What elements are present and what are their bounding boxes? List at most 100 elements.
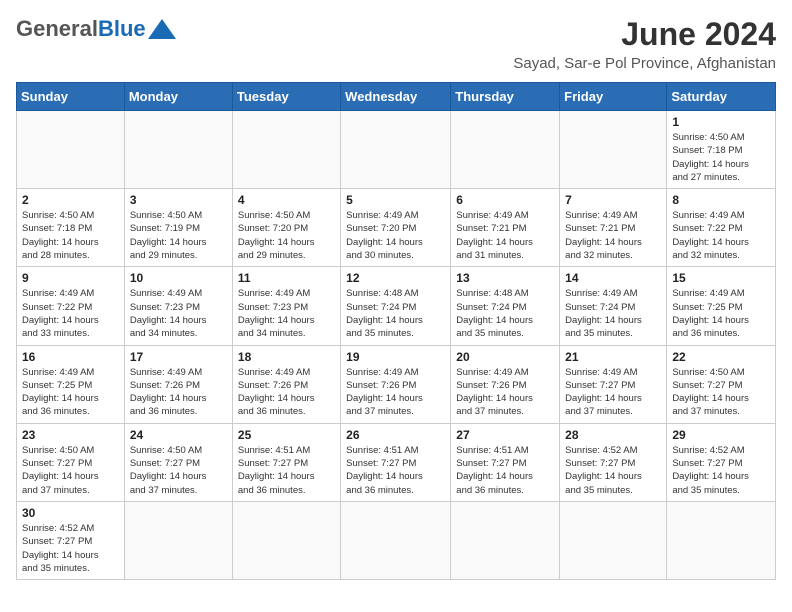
calendar-cell: 1Sunrise: 4:50 AM Sunset: 7:18 PM Daylig… [667,111,776,189]
header: General Blue June 2024 Sayad, Sar-e Pol … [16,16,776,72]
day-number: 28 [565,428,661,442]
day-info: Sunrise: 4:50 AM Sunset: 7:19 PM Dayligh… [130,209,227,262]
day-info: Sunrise: 4:50 AM Sunset: 7:27 PM Dayligh… [130,444,227,497]
calendar-cell [451,501,560,579]
day-info: Sunrise: 4:52 AM Sunset: 7:27 PM Dayligh… [565,444,661,497]
calendar-table: SundayMondayTuesdayWednesdayThursdayFrid… [16,82,776,580]
day-info: Sunrise: 4:50 AM Sunset: 7:18 PM Dayligh… [22,209,119,262]
day-info: Sunrise: 4:50 AM Sunset: 7:27 PM Dayligh… [672,366,770,419]
day-info: Sunrise: 4:50 AM Sunset: 7:20 PM Dayligh… [238,209,335,262]
day-info: Sunrise: 4:49 AM Sunset: 7:20 PM Dayligh… [346,209,445,262]
day-info: Sunrise: 4:49 AM Sunset: 7:21 PM Dayligh… [565,209,661,262]
calendar-cell: 17 Sunrise: 4:49 AM Sunset: 7:26 PM Dayli… [124,345,232,423]
day-number: 3 [130,193,227,207]
calendar-cell: 2 Sunrise: 4:50 AM Sunset: 7:18 PM Daylig… [17,189,125,267]
weekday-header-monday: Monday [124,83,232,111]
day-number: 2 [22,193,119,207]
weekday-header-wednesday: Wednesday [341,83,451,111]
day-number: 16 [22,350,119,364]
day-info: Sunrise: 4:49 AM Sunset: 7:22 PM Dayligh… [22,287,119,340]
day-number: 10 [130,271,227,285]
calendar-cell: 4 Sunrise: 4:50 AM Sunset: 7:20 PM Daylig… [232,189,340,267]
calendar-cell: 29 Sunrise: 4:52 AM Sunset: 7:27 PM Dayli… [667,423,776,501]
calendar-cell: 8 Sunrise: 4:49 AM Sunset: 7:22 PM Daylig… [667,189,776,267]
day-info: Sunrise: 4:50 AM Sunset: 7:18 PM Dayligh… [672,131,770,184]
calendar-cell: 20 Sunrise: 4:49 AM Sunset: 7:26 PM Dayli… [451,345,560,423]
calendar-cell: 30Sunrise: 4:52 AM Sunset: 7:27 PM Dayli… [17,501,125,579]
day-number: 5 [346,193,445,207]
day-number: 18 [238,350,335,364]
day-number: 14 [565,271,661,285]
day-info: Sunrise: 4:49 AM Sunset: 7:22 PM Dayligh… [672,209,770,262]
day-number: 9 [22,271,119,285]
day-number: 4 [238,193,335,207]
day-number: 19 [346,350,445,364]
day-number: 26 [346,428,445,442]
calendar-cell: 6 Sunrise: 4:49 AM Sunset: 7:21 PM Daylig… [451,189,560,267]
calendar-cell [341,501,451,579]
day-number: 17 [130,350,227,364]
day-number: 13 [456,271,554,285]
day-number: 7 [565,193,661,207]
day-info: Sunrise: 4:49 AM Sunset: 7:25 PM Dayligh… [672,287,770,340]
calendar-cell [341,111,451,189]
calendar-cell [124,501,232,579]
month-title: June 2024 [513,16,776,53]
day-info: Sunrise: 4:48 AM Sunset: 7:24 PM Dayligh… [456,287,554,340]
day-info: Sunrise: 4:48 AM Sunset: 7:24 PM Dayligh… [346,287,445,340]
calendar-cell: 25Sunrise: 4:51 AM Sunset: 7:27 PM Dayli… [232,423,340,501]
calendar-cell: 10 Sunrise: 4:49 AM Sunset: 7:23 PM Dayli… [124,267,232,345]
calendar-cell: 14Sunrise: 4:49 AM Sunset: 7:24 PM Dayli… [560,267,667,345]
calendar-cell [124,111,232,189]
calendar-cell: 15Sunrise: 4:49 AM Sunset: 7:25 PM Dayli… [667,267,776,345]
weekday-header-saturday: Saturday [667,83,776,111]
calendar-cell: 13 Sunrise: 4:48 AM Sunset: 7:24 PM Dayli… [451,267,560,345]
calendar-cell: 11Sunrise: 4:49 AM Sunset: 7:23 PM Dayli… [232,267,340,345]
logo-general-text: General [16,16,98,42]
day-number: 24 [130,428,227,442]
calendar-cell [451,111,560,189]
day-info: Sunrise: 4:49 AM Sunset: 7:21 PM Dayligh… [456,209,554,262]
day-number: 27 [456,428,554,442]
day-number: 11 [238,271,335,285]
day-info: Sunrise: 4:49 AM Sunset: 7:25 PM Dayligh… [22,366,119,419]
calendar-cell [560,501,667,579]
calendar-cell [17,111,125,189]
logo-blue-text: Blue [98,16,146,42]
calendar-week-row: 16 Sunrise: 4:49 AM Sunset: 7:25 PM Dayli… [17,345,776,423]
location-title: Sayad, Sar-e Pol Province, Afghanistan [513,55,776,72]
calendar-cell: 23Sunrise: 4:50 AM Sunset: 7:27 PM Dayli… [17,423,125,501]
day-number: 21 [565,350,661,364]
day-info: Sunrise: 4:49 AM Sunset: 7:23 PM Dayligh… [130,287,227,340]
calendar-cell: 24 Sunrise: 4:50 AM Sunset: 7:27 PM Dayli… [124,423,232,501]
day-number: 22 [672,350,770,364]
day-info: Sunrise: 4:49 AM Sunset: 7:26 PM Dayligh… [456,366,554,419]
calendar-cell: 27Sunrise: 4:51 AM Sunset: 7:27 PM Dayli… [451,423,560,501]
day-info: Sunrise: 4:51 AM Sunset: 7:27 PM Dayligh… [238,444,335,497]
day-number: 29 [672,428,770,442]
day-info: Sunrise: 4:49 AM Sunset: 7:26 PM Dayligh… [130,366,227,419]
calendar-cell: 26Sunrise: 4:51 AM Sunset: 7:27 PM Dayli… [341,423,451,501]
calendar-week-row: 9 Sunrise: 4:49 AM Sunset: 7:22 PM Daylig… [17,267,776,345]
calendar-cell: 21Sunrise: 4:49 AM Sunset: 7:27 PM Dayli… [560,345,667,423]
day-number: 8 [672,193,770,207]
calendar-cell: 9 Sunrise: 4:49 AM Sunset: 7:22 PM Daylig… [17,267,125,345]
calendar-cell [232,111,340,189]
day-number: 23 [22,428,119,442]
calendar-week-row: 23 Sunrise: 4:50 AM Sunset: 7:27 PM Dayli… [17,423,776,501]
logo-icon [148,19,176,39]
calendar-cell: 5 Sunrise: 4:49 AM Sunset: 7:20 PM Daylig… [341,189,451,267]
weekday-header-tuesday: Tuesday [232,83,340,111]
day-number: 30 [22,506,119,520]
calendar-cell: 12Sunrise: 4:48 AM Sunset: 7:24 PM Dayli… [341,267,451,345]
day-info: Sunrise: 4:49 AM Sunset: 7:26 PM Dayligh… [346,366,445,419]
calendar-cell [232,501,340,579]
day-number: 20 [456,350,554,364]
weekday-header-sunday: Sunday [17,83,125,111]
calendar-week-row: 2 Sunrise: 4:50 AM Sunset: 7:18 PM Daylig… [17,189,776,267]
calendar-cell: 19 Sunrise: 4:49 AM Sunset: 7:26 PM Dayli… [341,345,451,423]
weekday-header-thursday: Thursday [451,83,560,111]
day-info: Sunrise: 4:52 AM Sunset: 7:27 PM Dayligh… [672,444,770,497]
calendar-cell: 3 Sunrise: 4:50 AM Sunset: 7:19 PM Daylig… [124,189,232,267]
day-number: 6 [456,193,554,207]
